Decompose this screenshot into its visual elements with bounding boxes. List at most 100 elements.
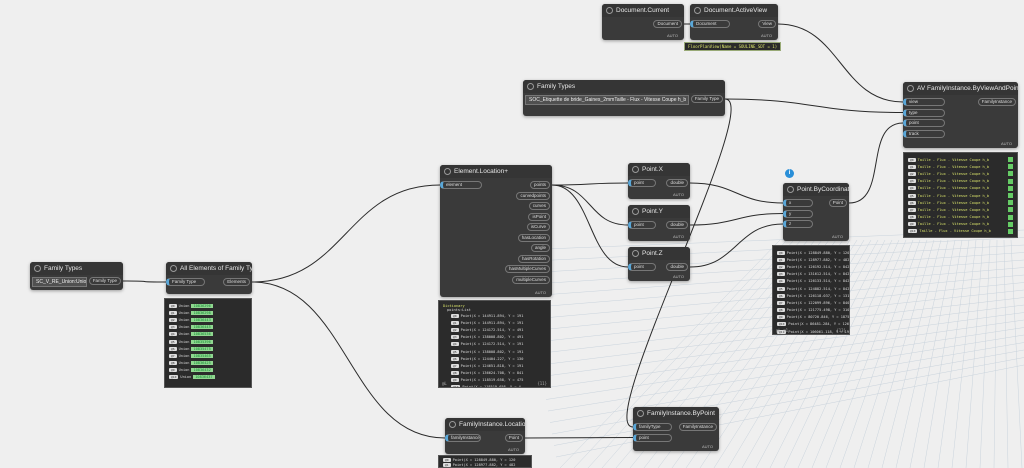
wire[interactable]: [777, 23, 904, 103]
node-title[interactable]: Document.Current: [602, 4, 684, 17]
wire[interactable]: [251, 281, 446, 439]
element-id[interactable]: 10836425: [191, 361, 213, 366]
output-port-curves[interactable]: curves: [528, 202, 550, 210]
lacing-label[interactable]: AUTO: [673, 192, 684, 197]
lacing-label[interactable]: AUTO: [761, 33, 772, 38]
lacing-label[interactable]: AUTO: [673, 234, 684, 239]
fi-bypoint-node[interactable]: FamilyInstance.ByPoint familyType point Fam…: [633, 407, 719, 451]
lacing-label[interactable]: AUTO: [702, 444, 713, 449]
lacing-label[interactable]: AUTO: [1001, 141, 1012, 146]
fi-location-node[interactable]: FamilyInstance.Location familyInstance Poi…: [445, 418, 525, 454]
node-title[interactable]: FamilyInstance.ByPoint: [633, 407, 719, 420]
input-port-point[interactable]: point: [633, 433, 672, 442]
node-title[interactable]: AV FamilyInstance.ByViewAndPoint: [903, 82, 1018, 95]
input-port-view[interactable]: view: [903, 98, 945, 106]
family-types-left-node[interactable]: Family Types SC_V_RE_Union:Union Family Ty…: [30, 262, 123, 290]
select-element-icon[interactable]: [1008, 200, 1013, 206]
input-port-point[interactable]: point: [903, 119, 945, 127]
element-id[interactable]: 10835475: [191, 346, 213, 351]
wire[interactable]: [689, 223, 784, 268]
output-port-document[interactable]: Document: [653, 20, 682, 28]
element-id[interactable]: 10836536: [191, 332, 213, 337]
select-element-icon[interactable]: [1008, 228, 1013, 234]
output-port-iscurve[interactable]: isCurve: [526, 223, 550, 231]
doc-current-node[interactable]: Document.Current Document AUTO: [602, 4, 684, 40]
select-element-icon[interactable]: [1008, 193, 1013, 199]
output-port-familyinstance[interactable]: FamilyInstance: [977, 98, 1016, 106]
output-port-family-type[interactable]: Family Type: [88, 277, 121, 285]
point-x-node[interactable]: Point.X point double AUTO: [628, 163, 690, 199]
select-element-icon[interactable]: [1008, 221, 1013, 227]
element-id[interactable]: 10836298: [191, 310, 213, 315]
input-port-type[interactable]: type: [903, 108, 945, 117]
output-port-haslocation[interactable]: hasLocation: [517, 233, 550, 242]
lacing-label[interactable]: AUTO: [535, 290, 546, 295]
element-id[interactable]: 10836296: [191, 303, 213, 308]
output-port-points[interactable]: points: [529, 181, 550, 189]
select-element-icon[interactable]: [1008, 171, 1013, 177]
node-title[interactable]: Document.ActiveView: [690, 4, 778, 17]
wire[interactable]: [251, 184, 441, 283]
point-z-node[interactable]: Point.Z point double AUTO: [628, 247, 690, 281]
wire[interactable]: [551, 184, 629, 226]
node-title[interactable]: FamilyInstance.Location: [445, 418, 525, 431]
element-id[interactable]: 10836437: [193, 375, 215, 380]
element-id[interactable]: 10836443: [191, 317, 213, 322]
element-id[interactable]: 10836432: [191, 368, 213, 373]
input-port-family-type[interactable]: Family Type: [166, 278, 205, 286]
element-id[interactable]: 10836445: [191, 325, 213, 330]
by-view-point-node[interactable]: AV FamilyInstance.ByViewAndPoint view type…: [903, 82, 1018, 148]
input-port-familyinstance[interactable]: familyInstance: [445, 434, 481, 442]
select-element-icon[interactable]: [1008, 178, 1013, 184]
input-port-track[interactable]: track: [903, 129, 945, 138]
input-port-document[interactable]: Document: [690, 20, 730, 28]
input-port-familytype[interactable]: familyType: [633, 423, 672, 431]
lacing-label[interactable]: AUTO: [667, 33, 678, 38]
input-port-point[interactable]: point: [628, 179, 656, 187]
wire[interactable]: [848, 122, 904, 204]
family-types-top-node[interactable]: Family Types SOC_Etiquette de bride_Gaine…: [523, 80, 725, 116]
lacing-label[interactable]: AUTO: [832, 234, 843, 239]
wire[interactable]: [551, 184, 629, 268]
output-port-elements[interactable]: Elements: [223, 278, 250, 286]
output-port-double[interactable]: double: [666, 179, 688, 187]
info-icon[interactable]: i: [785, 169, 794, 178]
output-port-hasrotation[interactable]: hasRotation: [517, 254, 550, 263]
element-location-node[interactable]: Element.Location+ element points curvedpoin…: [440, 165, 552, 297]
point-y-node[interactable]: Point.Y point double AUTO: [628, 205, 690, 241]
active-view-node[interactable]: Document.ActiveView Document View AUTO: [690, 4, 778, 40]
output-port-family-type[interactable]: Family Type: [690, 95, 723, 103]
node-title[interactable]: All Elements of Family Type: [166, 262, 252, 275]
wire[interactable]: [122, 280, 167, 283]
output-port-point[interactable]: Point: [828, 199, 847, 207]
by-coords-node[interactable]: Point.ByCoordinatesxyzPointAUTO: [783, 183, 849, 241]
wire[interactable]: [724, 98, 904, 113]
output-port-double[interactable]: double: [666, 221, 688, 229]
node-title[interactable]: Element.Location+: [440, 165, 552, 178]
select-element-icon[interactable]: [1008, 207, 1013, 213]
family-type-dropdown[interactable]: SC_V_RE_Union:Union: [32, 277, 87, 287]
select-element-icon[interactable]: [1008, 214, 1013, 220]
element-id[interactable]: 10835396: [191, 339, 213, 344]
input-port-y[interactable]: y: [783, 209, 813, 218]
all-elements-node[interactable]: All Elements of Family Type Family Type El…: [166, 262, 252, 294]
output-port-hasmultiplecurves[interactable]: hasMultipleCurves: [504, 265, 550, 273]
select-element-icon[interactable]: [1008, 157, 1013, 163]
select-element-icon[interactable]: [1008, 164, 1013, 170]
output-port-ispoint[interactable]: isPoint: [528, 212, 550, 221]
output-port-curvedpoints[interactable]: curvedpoints: [516, 191, 550, 200]
output-port-familyinstance[interactable]: FamilyInstance: [678, 423, 717, 431]
node-title[interactable]: Family Types: [30, 262, 123, 275]
lacing-label[interactable]: AUTO: [673, 274, 684, 279]
input-port-z[interactable]: z: [783, 220, 813, 228]
output-port-angle[interactable]: angle: [530, 244, 550, 252]
lacing-label[interactable]: AUTO: [508, 447, 519, 452]
family-type-dropdown[interactable]: SOC_Etiquette de bride_Gaines_2mmTaille …: [525, 95, 689, 105]
input-port-element[interactable]: element: [440, 181, 482, 189]
wire[interactable]: [689, 213, 784, 226]
wire[interactable]: [551, 182, 629, 186]
element-id[interactable]: 10835465: [191, 353, 213, 358]
output-port-view[interactable]: View: [758, 20, 776, 28]
wire[interactable]: [524, 437, 634, 439]
input-port-point[interactable]: point: [628, 263, 656, 271]
